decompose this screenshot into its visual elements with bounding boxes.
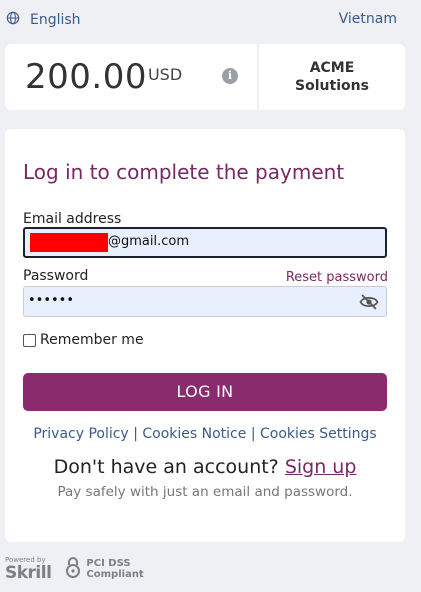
password-label: Password <box>23 268 89 284</box>
amount-card: 200.00 USD i ACME Solutions <box>5 44 405 110</box>
lock-icon <box>65 556 81 582</box>
password-value: •••••• <box>28 293 75 308</box>
login-card: Log in to complete the payment Email add… <box>5 129 405 542</box>
privacy-policy-link[interactable]: Privacy Policy <box>33 426 128 442</box>
remember-me-checkbox[interactable] <box>23 333 36 347</box>
link-separator: | <box>250 426 260 442</box>
merchant-name-line2: Solutions <box>295 78 369 94</box>
payment-amount: 200.00 USD <box>25 57 182 97</box>
pci-badge: PCI DSS Compliant <box>65 556 144 582</box>
cookies-notice-link[interactable]: Cookies Notice <box>142 426 246 442</box>
cookies-settings-link[interactable]: Cookies Settings <box>260 426 377 442</box>
login-button[interactable]: LOG IN <box>23 373 387 411</box>
email-field[interactable]: @gmail.com <box>23 227 387 258</box>
email-label: Email address <box>23 211 122 227</box>
page-title: Log in to complete the payment <box>23 160 345 184</box>
globe-icon <box>6 11 20 29</box>
footer: Powered by Skrill PCI DSS Compliant <box>5 553 144 585</box>
legal-links: Privacy Policy | Cookies Notice | Cookie… <box>5 426 405 442</box>
pay-safely-text: Pay safely with just an email and passwo… <box>57 484 353 500</box>
currency-code: USD <box>147 65 183 84</box>
email-value: @gmail.com <box>108 234 190 249</box>
eye-slash-icon[interactable] <box>359 293 379 311</box>
pci-line2: Compliant <box>86 569 144 580</box>
language-label: English <box>30 12 81 28</box>
redaction-block <box>30 233 108 252</box>
password-field[interactable]: •••••• <box>23 286 387 317</box>
skrill-logo: Powered by Skrill <box>5 556 52 583</box>
amount-value: 200.00 <box>25 57 147 97</box>
top-bar: English Vietnam <box>0 0 421 40</box>
merchant-name: ACME Solutions <box>259 59 405 95</box>
merchant-name-line1: ACME <box>309 60 355 76</box>
language-selector[interactable]: English <box>6 11 81 29</box>
link-separator: | <box>133 426 143 442</box>
no-account-text: Don't have an account? <box>53 456 279 478</box>
remember-me[interactable]: Remember me <box>23 332 144 348</box>
skrill-brand: Skrill <box>5 563 52 583</box>
signup-prompt: Don't have an account? Sign up <box>5 456 405 478</box>
reset-password-link[interactable]: Reset password <box>286 270 388 285</box>
pci-line1: PCI DSS <box>86 558 131 569</box>
remember-me-label: Remember me <box>40 332 144 348</box>
signup-link[interactable]: Sign up <box>285 456 357 478</box>
country-selector[interactable]: Vietnam <box>339 11 397 27</box>
info-icon[interactable]: i <box>222 68 238 84</box>
